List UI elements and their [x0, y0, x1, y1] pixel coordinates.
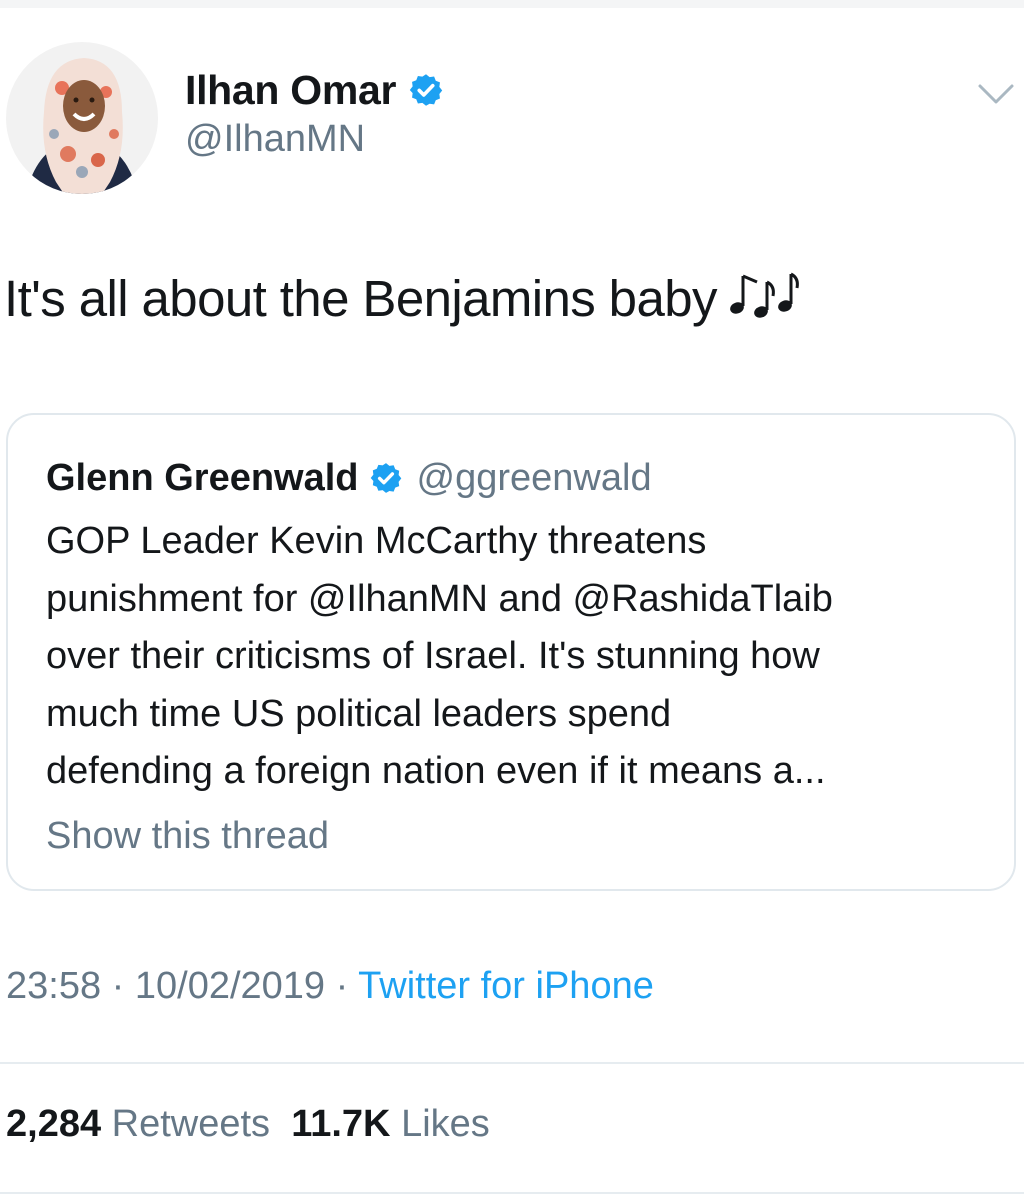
profile-photo — [6, 42, 158, 194]
quoted-tweet-card[interactable]: Glenn Greenwald @ggreenwald GOP Leader K… — [6, 413, 1016, 891]
tweet-stats: 2,284 Retweets 11.7K Likes — [6, 1103, 490, 1146]
author-avatar[interactable] — [6, 42, 158, 194]
quoted-verified-badge-icon — [369, 461, 403, 495]
tweet-time: 23:58 — [6, 965, 102, 1007]
music-notes-icon — [727, 268, 803, 332]
retweets-stat[interactable]: 2,284 Retweets — [6, 1103, 270, 1145]
divider — [0, 1062, 1024, 1064]
quoted-author-name: Glenn Greenwald — [46, 456, 359, 499]
likes-stat[interactable]: 11.7K Likes — [291, 1103, 490, 1145]
quoted-tweet-body: GOP Leader Kevin McCarthy threatens puni… — [46, 513, 1006, 801]
chevron-down-icon[interactable] — [976, 80, 1016, 108]
top-strip — [0, 0, 1024, 8]
quoted-body-line: GOP Leader Kevin McCarthy threatens — [46, 520, 707, 562]
divider — [0, 1192, 1024, 1194]
tweet-text-content: It's all about the Benjamins baby — [4, 270, 717, 327]
author-name[interactable]: Ilhan Omar — [185, 67, 396, 114]
retweets-label: Retweets — [111, 1103, 271, 1145]
meta-separator: · — [335, 965, 349, 1007]
meta-separator: · — [111, 965, 125, 1007]
quoted-tweet-header: Glenn Greenwald @ggreenwald — [46, 453, 652, 503]
verified-badge-icon — [408, 72, 444, 108]
quoted-body-line: over their criticisms of Israel. It's st… — [46, 635, 820, 677]
quoted-body-line: punishment for @IlhanMN and @RashidaTlai… — [46, 577, 833, 620]
author-name-row: Ilhan Omar — [185, 62, 444, 118]
author-handle[interactable]: @IlhanMN — [185, 118, 365, 161]
tweet-date: 10/02/2019 — [134, 965, 326, 1007]
show-thread-link[interactable]: Show this thread — [46, 815, 329, 858]
quoted-body-line: defending a foreign nation even if it me… — [46, 750, 826, 792]
likes-count: 11.7K — [291, 1103, 391, 1145]
tweet-text: It's all about the Benjamins baby — [4, 268, 803, 332]
tweet-source-link[interactable]: Twitter for iPhone — [358, 965, 654, 1007]
tweet-meta: 23:58 · 10/02/2019 · Twitter for iPhone — [6, 965, 654, 1008]
likes-label: Likes — [401, 1103, 490, 1145]
quoted-author-handle: @ggreenwald — [416, 456, 652, 499]
quoted-body-line: much time US political leaders spend — [46, 692, 672, 735]
retweets-count: 2,284 — [6, 1103, 102, 1145]
